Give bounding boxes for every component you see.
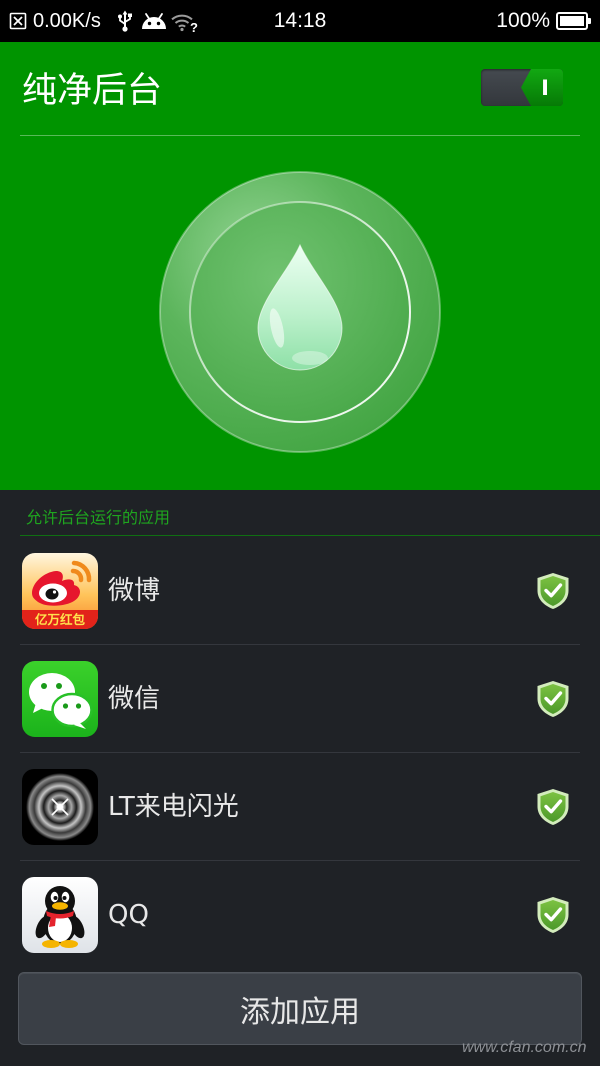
app-name: 微博 [108, 576, 161, 606]
section-rule [20, 535, 600, 536]
weibo-badge-text: 亿万红包 [35, 612, 86, 627]
wifi-no-internet-icon: ? [171, 10, 198, 35]
orb-graphic [159, 171, 441, 453]
list-item[interactable]: 亿万红包 微博 [0, 537, 600, 645]
page-title: 纯净后台 [22, 71, 163, 111]
weibo-icon-graphic: 亿万红包 [22, 553, 98, 629]
network-speed: 0.00K/s [33, 10, 101, 32]
wechat-icon-graphic [22, 661, 98, 737]
wifi-badge: ? [190, 20, 198, 35]
add-app-button-label: 添加应用 [240, 994, 360, 1030]
add-app-button[interactable]: 添加应用 [18, 972, 582, 1045]
screen: 0.00K/s ? 14:18 100% 纯净后台 I 允许后台运行的应用 亿万… [0, 0, 600, 1066]
qq-icon-graphic [22, 877, 98, 953]
qq-app-icon [22, 877, 98, 953]
list-item[interactable]: 微信 [0, 645, 600, 753]
header-divider [20, 135, 580, 136]
battery-icon [556, 12, 591, 30]
android-debug-icon [140, 11, 168, 30]
list-item[interactable]: QQ [0, 861, 600, 969]
status-bar: 0.00K/s ? 14:18 100% [0, 0, 600, 42]
usb-icon [117, 10, 133, 32]
battery-level-fill [560, 16, 584, 26]
section-label: 允许后台运行的应用 [26, 508, 171, 527]
clean-orb-button[interactable] [150, 162, 450, 462]
shield-check-icon[interactable] [536, 896, 570, 934]
battery-percent: 100% [496, 9, 550, 32]
app-name: QQ [108, 900, 149, 930]
shield-check-icon[interactable] [536, 572, 570, 610]
lt-flash-app-icon [22, 769, 98, 845]
wechat-app-icon [22, 661, 98, 737]
allowed-apps-section: 允许后台运行的应用 亿万红包 微博 微信 LT来电闪光 QQ 添加应用 [0, 490, 600, 1066]
shield-check-icon[interactable] [536, 788, 570, 826]
clock: 14:18 [273, 9, 327, 32]
list-item[interactable]: LT来电闪光 [0, 753, 600, 861]
lt-flash-icon-graphic [22, 769, 98, 845]
weibo-app-icon: 亿万红包 [22, 553, 98, 629]
watermark: www.cfan.com.cn [462, 1039, 587, 1056]
app-name: 微信 [108, 684, 161, 714]
header-panel: 纯净后台 I [0, 42, 600, 490]
shield-check-icon[interactable] [536, 680, 570, 718]
allowed-app-list: 亿万红包 微博 微信 LT来电闪光 QQ [0, 537, 600, 969]
toggle-on-glyph: I [541, 75, 549, 100]
notification-blocked-icon [9, 12, 27, 30]
app-name: LT来电闪光 [108, 792, 239, 822]
background-clean-toggle[interactable]: I [481, 69, 563, 106]
